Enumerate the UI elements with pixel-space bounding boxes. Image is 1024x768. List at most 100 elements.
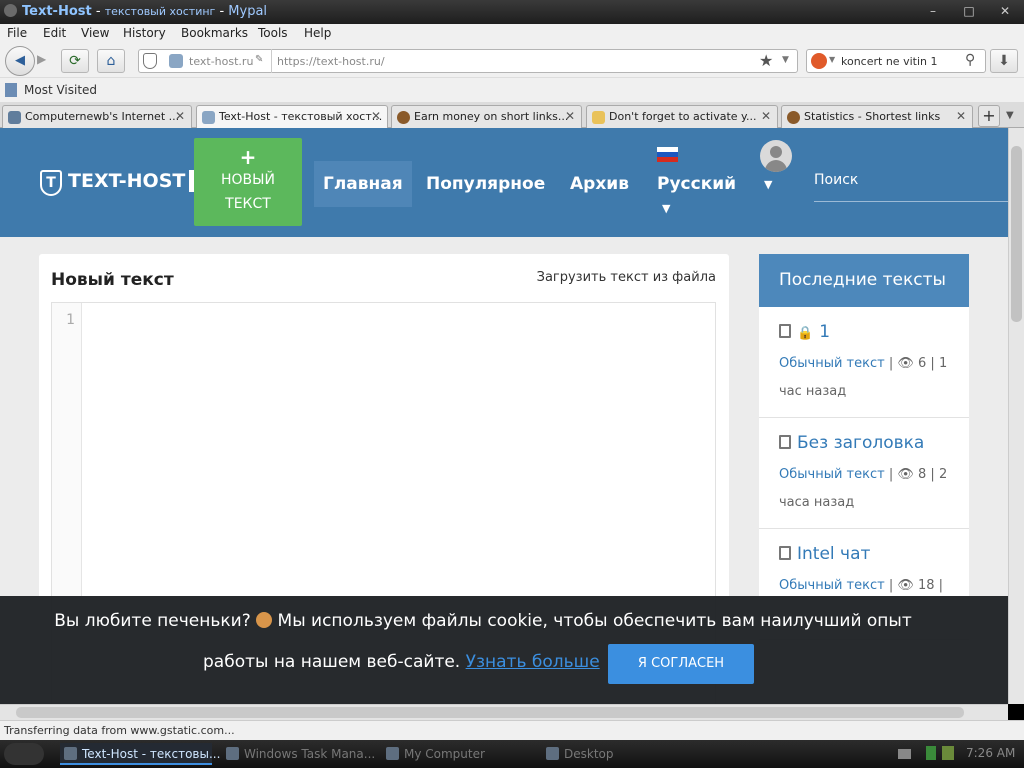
url-text[interactable]: https://text-host.ru/: [277, 55, 385, 68]
nav-popular[interactable]: Популярное: [417, 161, 554, 207]
site-search-input[interactable]: Поиск: [814, 164, 1008, 202]
url-dropdown-icon[interactable]: ▼: [782, 55, 789, 65]
task-task-manager[interactable]: Windows Task Mana...: [222, 743, 375, 765]
new-text-button[interactable]: + НОВЫЙ ТЕКСТ: [194, 138, 302, 226]
nav-archive[interactable]: Архив: [561, 161, 638, 207]
tab-text-host[interactable]: Text-Host - текстовый хост... ✕: [196, 105, 388, 129]
downloads-button[interactable]: ⬇: [990, 49, 1018, 73]
post-type-link[interactable]: Обычный текст: [779, 356, 885, 371]
menu-history[interactable]: History: [123, 26, 166, 40]
upload-file-link[interactable]: Загрузить текст из файла: [537, 270, 716, 285]
cookie-message: Вы любите печеньки? Мы используем файлы …: [54, 611, 912, 631]
post-title-link[interactable]: Intel чат: [797, 544, 870, 564]
logo-shield-icon: T: [40, 170, 62, 196]
post-type-link[interactable]: Обычный текст: [779, 578, 885, 593]
nav-home[interactable]: Главная: [314, 161, 412, 207]
minimize-button[interactable]: –: [920, 2, 946, 20]
bookmarks-toolbar: Most Visited: [0, 78, 1024, 102]
hscrollbar-thumb[interactable]: [16, 707, 964, 718]
desktop-icon: [546, 747, 559, 760]
keyboard-icon[interactable]: [898, 749, 911, 759]
tab-favicon: [8, 111, 21, 124]
task-text-host[interactable]: Text-Host - текстовы...: [60, 743, 220, 765]
post-type-link[interactable]: Обычный текст: [779, 467, 885, 482]
comments-count: 1: [938, 356, 948, 371]
user-chevron-down-icon[interactable]: ▼: [764, 178, 772, 191]
menu-edit[interactable]: Edit: [43, 26, 66, 40]
tab-close-icon[interactable]: ✕: [371, 109, 381, 123]
language-chevron-down-icon[interactable]: ▼: [662, 202, 670, 215]
tab-computernewb[interactable]: Computernewb's Internet ... ✕: [2, 105, 192, 128]
task-desktop[interactable]: Desktop: [542, 743, 662, 765]
tab-close-icon[interactable]: ✕: [175, 109, 185, 123]
views-count: 6: [918, 356, 927, 371]
close-button[interactable]: ✕: [992, 2, 1018, 20]
cookie-banner: Вы любите печеньки? Мы используем файлы …: [0, 596, 1008, 704]
search-engine-dropdown-icon[interactable]: ▼: [829, 55, 835, 64]
bookmark-star-icon[interactable]: ★: [759, 51, 773, 70]
site-identity-icon[interactable]: [143, 53, 157, 69]
search-input[interactable]: koncert ne vitin 1: [841, 55, 937, 68]
browser-icon: [64, 747, 77, 760]
comments-count: 2: [938, 467, 948, 482]
tab-label: Computernewb's Internet ...: [25, 110, 180, 123]
file-icon: [779, 435, 791, 449]
status-text: Transferring data from www.gstatic.com..…: [4, 724, 235, 737]
menu-help[interactable]: Help: [304, 26, 331, 40]
menu-file[interactable]: File: [7, 26, 27, 40]
menu-tools[interactable]: Tools: [258, 26, 288, 40]
tab-label: Statistics - Shortest links: [804, 110, 941, 123]
scrollbar-thumb[interactable]: [1011, 146, 1022, 322]
recent-texts-title: Последние тексты: [759, 254, 969, 307]
network-icon[interactable]: [942, 746, 954, 760]
vertical-scrollbar[interactable]: [1008, 128, 1024, 704]
task-my-computer[interactable]: My Computer: [382, 743, 532, 765]
back-button[interactable]: ◀: [5, 46, 35, 76]
battery-icon[interactable]: [926, 746, 936, 760]
site-favicon: [169, 54, 183, 68]
taskbar: Text-Host - текстовы... Windows Task Man…: [0, 740, 1024, 768]
post-title-link[interactable]: Без заголовка: [797, 433, 924, 453]
language-selector[interactable]: Русский: [648, 161, 745, 207]
eye-icon: 👁: [897, 467, 914, 482]
tab-close-icon[interactable]: ✕: [956, 109, 966, 123]
tab-statistics[interactable]: Statistics - Shortest links ✕: [781, 105, 973, 128]
list-item: Без заголовка Обычный текст | 👁 8 | 2 ча…: [759, 418, 969, 529]
tab-list-icon[interactable]: ▼: [1006, 110, 1014, 121]
menu-bookmarks[interactable]: Bookmarks: [181, 26, 248, 40]
tab-close-icon[interactable]: ✕: [761, 109, 771, 123]
search-engine-icon[interactable]: [811, 53, 827, 69]
most-visited-icon: [5, 83, 17, 97]
tab-activate[interactable]: Don't forget to activate y... ✕: [586, 105, 778, 128]
forward-button[interactable]: ▶: [37, 52, 46, 66]
tab-earn-money[interactable]: Earn money on short links... ✕: [391, 105, 582, 128]
tab-label: Don't forget to activate y...: [609, 110, 757, 123]
start-button[interactable]: [4, 743, 44, 765]
url-bar[interactable]: text-host.ru ✎ https://text-host.ru/ ★ ▼: [138, 49, 798, 73]
app-icon: [4, 4, 17, 17]
window-title-bar: Text-Host - текстовый хостинг - Mypal – …: [0, 0, 1024, 24]
eye-icon: 👁: [897, 578, 914, 593]
menu-view[interactable]: View: [81, 26, 109, 40]
search-icon[interactable]: ⚲: [965, 52, 975, 68]
bookmark-most-visited[interactable]: Most Visited: [24, 83, 97, 97]
search-box[interactable]: ▼ koncert ne vitin 1 ⚲: [806, 49, 986, 73]
tab-close-icon[interactable]: ✕: [565, 109, 575, 123]
tab-favicon: [397, 111, 410, 124]
accept-cookies-button[interactable]: Я СОГЛАСЕН: [608, 644, 754, 684]
avatar[interactable]: [760, 140, 792, 172]
horizontal-scrollbar[interactable]: [0, 704, 1008, 720]
home-button[interactable]: ⌂: [97, 49, 125, 73]
maximize-button[interactable]: □: [956, 2, 982, 20]
new-tab-button[interactable]: +: [978, 105, 1000, 127]
tab-label: Earn money on short links...: [414, 110, 569, 123]
tab-label: Text-Host - текстовый хост...: [219, 110, 383, 123]
post-title-link[interactable]: 1: [819, 322, 830, 342]
panel-title: Новый текст: [51, 270, 174, 290]
learn-more-link[interactable]: Узнать больше: [466, 652, 600, 672]
clock[interactable]: 7:26 AM: [966, 746, 1015, 760]
views-count: 18: [918, 578, 935, 593]
window-title: Text-Host - текстовый хостинг - Mypal: [22, 4, 268, 19]
tab-favicon: [592, 111, 605, 124]
reload-button[interactable]: ⟳: [61, 49, 89, 73]
